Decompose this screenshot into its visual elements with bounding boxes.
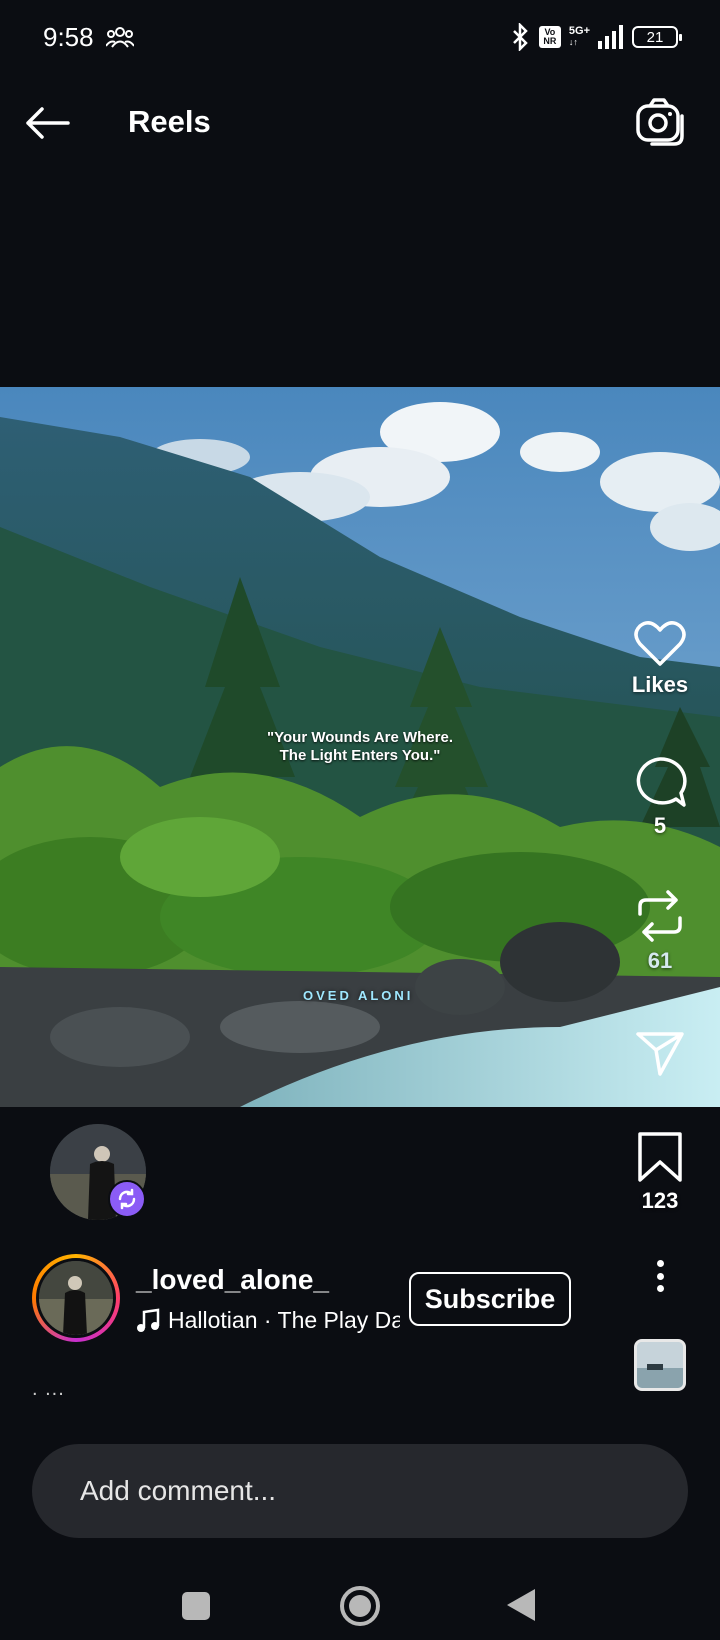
- author-username[interactable]: _loved_alone_: [136, 1264, 329, 1296]
- send-icon: [636, 1032, 684, 1076]
- subscribe-button[interactable]: Subscribe: [409, 1272, 571, 1326]
- arrow-left-icon: [26, 107, 70, 139]
- home-icon: [349, 1595, 371, 1617]
- home-button[interactable]: [340, 1586, 380, 1626]
- back-button[interactable]: [20, 98, 74, 148]
- system-nav-bar: [0, 1550, 720, 1640]
- bluetooth-icon: [513, 23, 528, 51]
- music-note-icon: [137, 1308, 160, 1332]
- comment-bubble-icon: [636, 757, 687, 807]
- header: Reels: [0, 72, 720, 176]
- video-watermark: OVED ALONI: [303, 988, 414, 1003]
- audio-thumbnail-image: [637, 1342, 683, 1388]
- comment-box[interactable]: [32, 1444, 688, 1538]
- page-title: Reels: [128, 104, 211, 139]
- status-icons: Vo NR 5G+ ↓↑ 21: [509, 22, 682, 52]
- system-back-button[interactable]: [507, 1589, 535, 1621]
- signal-icon: [598, 25, 623, 49]
- reel-video[interactable]: "Your Wounds Are Where. The Light Enters…: [0, 387, 720, 1107]
- status-time: 9:58: [43, 22, 94, 52]
- audio-thumbnail[interactable]: [634, 1339, 686, 1391]
- comment-count: 5: [653, 813, 667, 838]
- like-button[interactable]: Likes: [610, 618, 710, 698]
- volte-icon: Vo NR: [538, 26, 561, 48]
- video-quote-line-1: "Your Wounds Are Where.: [266, 729, 453, 746]
- avatar-image: [39, 1261, 113, 1335]
- network-type: 5G+ ↓↑: [568, 25, 590, 48]
- more-dot-icon: [656, 1272, 664, 1280]
- share-button[interactable]: [610, 1030, 710, 1078]
- music-track[interactable]: Hallotian · The Play Date: [168, 1307, 400, 1334]
- caption-truncated[interactable]: . ...: [32, 1378, 65, 1401]
- save-button[interactable]: 123: [610, 1130, 710, 1214]
- camera-icon: [636, 98, 684, 146]
- more-options-button[interactable]: [642, 1256, 678, 1296]
- recents-button[interactable]: [182, 1592, 210, 1620]
- save-count: 123: [641, 1188, 679, 1213]
- more-dot-icon: [656, 1285, 664, 1292]
- remix-button[interactable]: 61: [610, 888, 710, 974]
- bookmark-icon: [638, 1132, 682, 1182]
- battery-icon: 21: [632, 26, 682, 48]
- repost-icon: [638, 890, 682, 942]
- camera-button[interactable]: [634, 96, 686, 148]
- people-icon: [106, 27, 134, 48]
- sync-icon: [118, 1188, 136, 1210]
- avatar: [36, 1258, 116, 1338]
- comment-button[interactable]: 5: [610, 755, 710, 839]
- heart-icon: [634, 621, 686, 666]
- remix-count: 61: [647, 948, 673, 973]
- comment-input[interactable]: [80, 1475, 620, 1507]
- more-dot-icon: [656, 1260, 664, 1267]
- like-label: Likes: [631, 672, 689, 697]
- author-avatar[interactable]: [32, 1254, 120, 1342]
- battery-level: 21: [646, 28, 664, 46]
- remix-badge: [108, 1180, 146, 1218]
- status-bar: 9:58 Vo NR 5G+ ↓↑ 21: [0, 0, 720, 72]
